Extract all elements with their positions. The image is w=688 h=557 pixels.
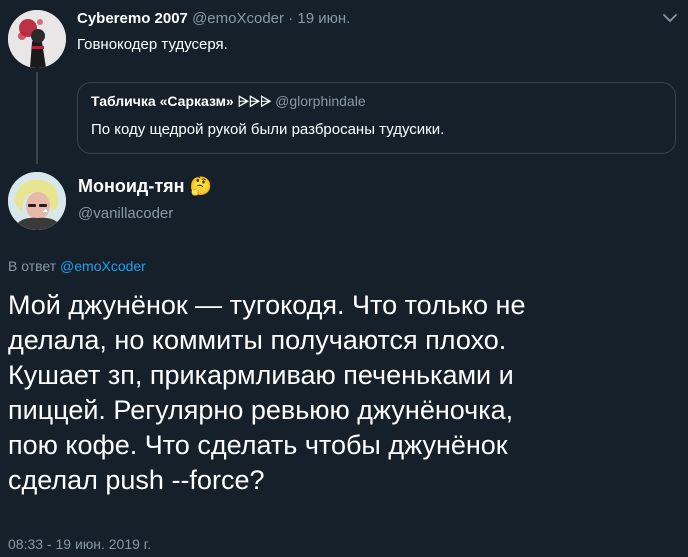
tweet2-text-line: делала, но коммиты получаются плохо. bbox=[8, 325, 507, 355]
tweet2-text-line: Кушает зп, прикармливаю печеньками и bbox=[8, 360, 514, 390]
quote-handle: @glorphindale bbox=[275, 93, 366, 109]
tweet2-text-line: Мой джунёнок — тугокодя. Что только не bbox=[8, 290, 526, 320]
reply-prefix: В ответ bbox=[8, 258, 57, 274]
avatar-cyberemo[interactable] bbox=[8, 10, 66, 68]
chevron-down-icon[interactable] bbox=[660, 8, 680, 28]
tweet2-text-line: пою кофе. Что сделать чтобы джунёнок bbox=[8, 430, 508, 460]
tweet2-timestamp[interactable]: 08:33 - 19 июн. 2019 г. bbox=[8, 536, 151, 552]
quote-text: По коду щедрой рукой были разбросаны туд… bbox=[91, 121, 445, 138]
thread-line bbox=[36, 72, 38, 164]
tweet1-display-name[interactable]: Cyberemo 2007 bbox=[77, 10, 188, 27]
tweet2-display-name[interactable]: Моноид-тян bbox=[78, 176, 185, 196]
tweet2-handle[interactable]: @vanillacoder bbox=[78, 205, 173, 222]
tweet2-text-line: пиццей. Регулярно ревьюю джунёночка, bbox=[8, 395, 514, 425]
tweet2-name-row: Моноид-тян 🤔 bbox=[78, 176, 212, 197]
avatar-vanillacoder[interactable] bbox=[8, 172, 66, 230]
avatar-vanillacoder-art bbox=[8, 172, 66, 230]
tweet1-date[interactable]: 19 июн. bbox=[297, 10, 350, 27]
reply-context: В ответ @emoXcoder bbox=[8, 258, 146, 274]
tweet1-handle[interactable]: @emoXcoder bbox=[192, 10, 284, 27]
quote-header: Табличка «Сарказм» ⩥⩥⩥ @glorphindale bbox=[91, 93, 366, 110]
quoted-tweet[interactable]: Табличка «Сарказм» ⩥⩥⩥ @glorphindale По … bbox=[77, 82, 676, 154]
tweet1-separator: · bbox=[288, 10, 294, 27]
avatar-cyberemo-art bbox=[8, 10, 66, 68]
tweet2-text-line: сделал push --force? bbox=[8, 465, 265, 495]
tweet2-text: Мой джунёнок — тугокодя. Что только не д… bbox=[8, 288, 525, 498]
quote-display-name: Табличка «Сарказм» ⩥⩥⩥ bbox=[91, 93, 272, 109]
thinking-face-emoji: 🤔 bbox=[189, 176, 212, 196]
tweet1-header: Cyberemo 2007 @emoXcoder · 19 июн. bbox=[77, 10, 350, 27]
tweet1-text: Говнокодер тудусеря. bbox=[77, 36, 228, 53]
reply-to-link[interactable]: @emoXcoder bbox=[60, 258, 146, 274]
